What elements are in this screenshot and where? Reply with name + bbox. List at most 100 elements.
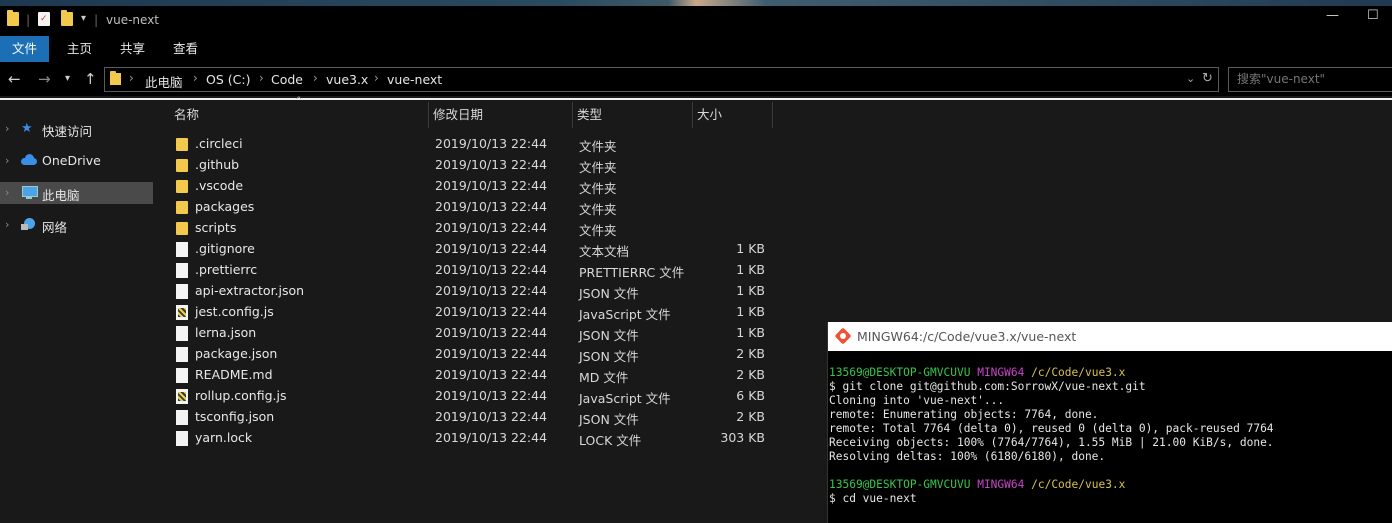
file-name: README.md: [195, 367, 273, 382]
folder-icon: [176, 180, 188, 193]
folder-icon: [176, 138, 188, 151]
breadcrumb-separator-icon[interactable]: ›: [129, 71, 134, 85]
file-name: .gitignore: [195, 241, 255, 256]
customize-toolbar-chevron-icon[interactable]: ▾: [81, 13, 86, 24]
file-type: JavaScript 文件: [579, 391, 671, 406]
terminal-command: $ cd vue-next: [829, 492, 917, 505]
file-date: 2019/10/13 22:44: [435, 367, 548, 382]
file-type: JSON 文件: [579, 328, 639, 343]
folder-icon: [176, 222, 188, 235]
file-row[interactable]: lerna.json 2019/10/13 22:44 JSON 文件 1 KB: [170, 323, 770, 344]
nav-item-quick-access[interactable]: › ★ 快速访问: [0, 118, 153, 140]
expand-chevron-icon[interactable]: ›: [5, 154, 9, 167]
back-arrow-icon[interactable]: ←: [8, 70, 21, 88]
breadcrumb-separator-icon[interactable]: ›: [374, 71, 379, 85]
file-row[interactable]: .vscode 2019/10/13 22:44 文件夹: [170, 176, 770, 197]
terminal-command: $ git clone git@github.com:SorrowX/vue-n…: [829, 380, 1146, 393]
terminal-output-line: Cloning into 'vue-next'...: [829, 394, 1005, 407]
file-row[interactable]: .prettierrc 2019/10/13 22:44 PRETTIERRC …: [170, 260, 770, 281]
breadcrumb-separator-icon[interactable]: ›: [193, 71, 198, 85]
nav-label: 网络: [42, 220, 68, 235]
terminal-prompt: 13569@DESKTOP-GMVCUVU MINGW64 /c/Code/vu…: [829, 366, 1125, 380]
file-row[interactable]: api-extractor.json 2019/10/13 22:44 JSON…: [170, 281, 770, 302]
file-type: JavaScript 文件: [579, 307, 671, 322]
maximize-icon[interactable]: ☐: [1367, 8, 1379, 23]
tab-file[interactable]: 文件: [0, 36, 50, 62]
breadcrumb-vue3x[interactable]: vue3.x: [326, 72, 368, 87]
file-date: 2019/10/13 22:44: [435, 304, 548, 319]
title-bar: | ✓ ▾ | vue-next — ☐: [0, 0, 1392, 36]
file-size: 1 KB: [736, 262, 765, 277]
nav-item-onedrive[interactable]: › OneDrive: [0, 150, 153, 172]
forward-arrow-icon[interactable]: →: [38, 70, 51, 88]
prompt-env: MINGW64: [977, 478, 1025, 491]
breadcrumb-this-pc[interactable]: 此电脑: [145, 72, 183, 91]
file-row[interactable]: README.md 2019/10/13 22:44 MD 文件 2 KB: [170, 365, 770, 386]
file-size: 2 KB: [736, 409, 765, 424]
tab-view[interactable]: 查看: [161, 36, 210, 62]
expand-chevron-icon[interactable]: ›: [5, 218, 9, 231]
terminal-window[interactable]: MINGW64:/c/Code/vue3.x/vue-next 13569@DE…: [827, 322, 1392, 523]
search-input[interactable]: [1237, 72, 1387, 86]
file-row[interactable]: tsconfig.json 2019/10/13 22:44 JSON 文件 2…: [170, 407, 770, 428]
breadcrumb-code[interactable]: Code: [271, 72, 303, 87]
file-date: 2019/10/13 22:44: [435, 262, 548, 277]
expand-chevron-icon[interactable]: ›: [5, 186, 9, 199]
file-name: .vscode: [195, 178, 244, 193]
file-row[interactable]: package.json 2019/10/13 22:44 JSON 文件 2 …: [170, 344, 770, 365]
tab-home[interactable]: 主页: [55, 36, 104, 62]
new-folder-icon[interactable]: [61, 10, 73, 26]
column-header-row: 名称 修改日期 类型 大小: [170, 102, 773, 128]
ribbon-tabs: 文件 主页 共享 查看: [0, 36, 1392, 62]
prompt-user: 13569@DESKTOP-GMVCUVU: [829, 478, 971, 491]
file-name: .circleci: [195, 136, 243, 151]
tab-share[interactable]: 共享: [108, 36, 157, 62]
breadcrumb-separator-icon[interactable]: ›: [259, 71, 264, 85]
column-header-name[interactable]: 名称: [170, 102, 429, 128]
terminal-title-bar[interactable]: MINGW64:/c/Code/vue3.x/vue-next: [828, 322, 1392, 351]
file-row[interactable]: scripts 2019/10/13 22:44 文件夹: [170, 218, 770, 239]
address-dropdown-chevron-icon[interactable]: ⌄: [1186, 72, 1195, 85]
file-row[interactable]: .github 2019/10/13 22:44 文件夹: [170, 155, 770, 176]
file-row[interactable]: packages 2019/10/13 22:44 文件夹: [170, 197, 770, 218]
file-date: 2019/10/13 22:44: [435, 241, 548, 256]
prompt-user: 13569@DESKTOP-GMVCUVU: [829, 366, 971, 379]
file-row[interactable]: .gitignore 2019/10/13 22:44 文本文档 1 KB: [170, 239, 770, 260]
prompt-env: MINGW64: [977, 366, 1025, 379]
file-date: 2019/10/13 22:44: [435, 388, 548, 403]
breadcrumb-drive[interactable]: OS (C:): [206, 72, 250, 87]
terminal-output-line: Receiving objects: 100% (7764/7764), 1.5…: [829, 436, 1274, 449]
nav-item-this-pc[interactable]: › 此电脑: [0, 182, 153, 204]
file-icon: [176, 326, 188, 341]
file-type: 文本文档: [579, 244, 630, 259]
file-name: yarn.lock: [195, 430, 253, 445]
file-name: .github: [195, 157, 240, 172]
file-row[interactable]: .circleci 2019/10/13 22:44 文件夹: [170, 134, 770, 155]
column-header-date[interactable]: 修改日期: [429, 102, 573, 128]
column-header-type[interactable]: 类型: [573, 102, 693, 128]
file-date: 2019/10/13 22:44: [435, 409, 548, 424]
nav-item-network[interactable]: › 网络: [0, 214, 153, 236]
up-arrow-icon[interactable]: ↑: [84, 70, 97, 88]
file-date: 2019/10/13 22:44: [435, 220, 548, 235]
file-type: JSON 文件: [579, 349, 639, 364]
breadcrumb-vue-next[interactable]: vue-next: [387, 72, 442, 87]
address-bar[interactable]: › 此电脑 › OS (C:) › Code › vue3.x › vue-ne…: [104, 67, 1219, 92]
file-row[interactable]: rollup.config.js 2019/10/13 22:44 JavaSc…: [170, 386, 770, 407]
folder-icon: [7, 10, 19, 26]
terminal-prompt: 13569@DESKTOP-GMVCUVU MINGW64 /c/Code/vu…: [829, 478, 1125, 492]
breadcrumb-separator-icon[interactable]: ›: [313, 71, 318, 85]
recent-locations-chevron-icon[interactable]: ▾: [65, 73, 70, 84]
file-date: 2019/10/13 22:44: [435, 178, 548, 193]
folder-icon: [176, 159, 188, 172]
file-icon: [176, 410, 188, 425]
file-row[interactable]: jest.config.js 2019/10/13 22:44 JavaScri…: [170, 302, 770, 323]
file-name: tsconfig.json: [195, 409, 275, 424]
expand-chevron-icon[interactable]: ›: [5, 122, 9, 135]
refresh-icon[interactable]: ↻: [1202, 71, 1213, 86]
search-box[interactable]: [1228, 67, 1392, 92]
properties-icon[interactable]: ✓: [38, 12, 50, 26]
minimize-icon[interactable]: —: [1326, 8, 1339, 23]
file-row[interactable]: yarn.lock 2019/10/13 22:44 LOCK 文件 303 K…: [170, 428, 770, 449]
column-header-size[interactable]: 大小: [693, 102, 773, 128]
